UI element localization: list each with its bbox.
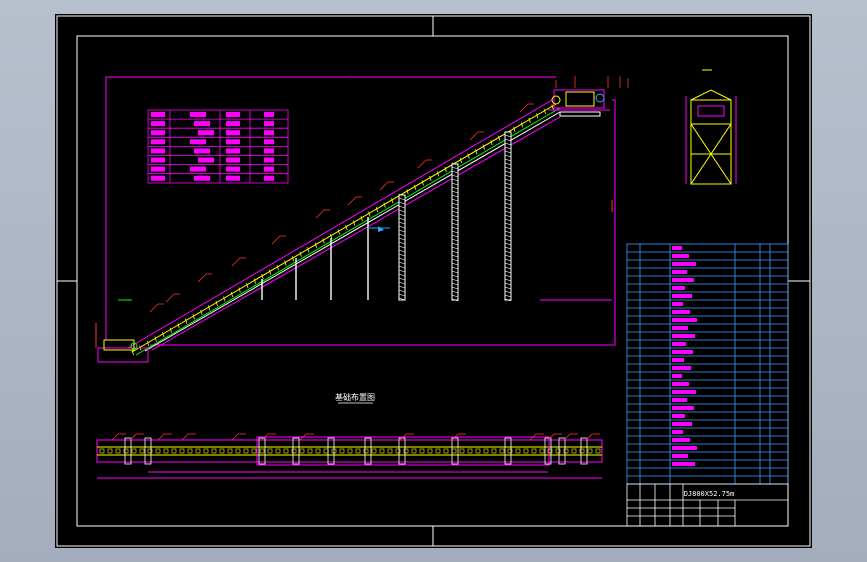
parts-list-entry [672, 254, 689, 258]
parameter-table-cell [151, 139, 165, 145]
parts-list-entry [672, 310, 690, 314]
parameter-table-cell [264, 157, 274, 163]
parameter-table-cell [151, 148, 165, 154]
parameter-table-cell [151, 112, 165, 117]
parts-list-entry [672, 446, 697, 450]
parts-list-entry [672, 422, 692, 426]
parameter-table-cell [151, 130, 165, 136]
parameter-table-cell [264, 148, 274, 154]
parameter-table-cell [151, 175, 165, 181]
foundation-title-group: 基础布置图 [335, 392, 375, 404]
parts-list-entry [672, 382, 689, 386]
parameter-table-cell [198, 130, 214, 136]
parameter-table-cell [190, 139, 206, 145]
parts-list-entry [672, 262, 696, 266]
parameter-table-cell [226, 139, 240, 145]
parameter-table-cell [198, 157, 214, 163]
parameter-table-cell [151, 121, 165, 127]
parameter-table-cell [190, 166, 206, 172]
parameter-table-cell [264, 112, 274, 117]
parameter-table-cell [194, 148, 210, 154]
parts-list-entry [672, 430, 683, 434]
parameter-table-cell [194, 175, 210, 181]
parameter-table-cell [151, 157, 165, 163]
parameter-table-cell [264, 139, 274, 145]
drawing-number: DJ800X52.75m [684, 490, 735, 498]
parameter-table-cell [226, 157, 240, 163]
parts-list-entry [672, 406, 694, 410]
parts-list-entry [672, 374, 682, 378]
parameter-table-cell [226, 112, 240, 117]
parts-list-entry [672, 326, 688, 330]
parameter-table-cell [226, 175, 240, 181]
cad-viewport[interactable]: — 基础布置图 DJ800X52.75m [0, 0, 867, 562]
parts-list-entry [672, 270, 687, 274]
parts-list-entry [672, 438, 690, 442]
parts-list-entry [672, 342, 686, 346]
parts-list-entry [672, 366, 691, 370]
parts-list-entry [672, 454, 688, 458]
parts-list-entry [672, 318, 697, 322]
parameter-table-cell [226, 166, 240, 172]
parameter-table-cell [264, 121, 274, 127]
parameter-table-cell [264, 130, 274, 136]
parameter-table-cell [264, 175, 274, 181]
parameter-table-cell [264, 166, 274, 172]
parameter-table-cell [151, 166, 165, 172]
parts-list-entry [672, 462, 695, 466]
parts-list-entry [672, 334, 695, 338]
parameter-table-cell [226, 121, 240, 127]
parts-list-entry [672, 294, 692, 298]
parts-list-entry [672, 278, 694, 282]
parts-list-entry [672, 246, 682, 250]
parts-list-entry [672, 390, 696, 394]
cad-drawing: — 基础布置图 DJ800X52.75m [55, 14, 812, 548]
parameter-table-cell [226, 148, 240, 154]
parts-list-entry [672, 358, 684, 362]
parameter-table-cell [190, 112, 206, 117]
parameter-table-cell [194, 121, 210, 127]
parts-list-entry [672, 350, 693, 354]
overall-length-dim: — [350, 72, 352, 76]
foundation-title: 基础布置图 [335, 392, 375, 402]
parts-list-entry [672, 286, 685, 290]
parts-list-entry [672, 398, 687, 402]
parts-list-entry [672, 414, 685, 418]
parameter-table-cell [226, 130, 240, 136]
parts-list-entry [672, 302, 683, 306]
